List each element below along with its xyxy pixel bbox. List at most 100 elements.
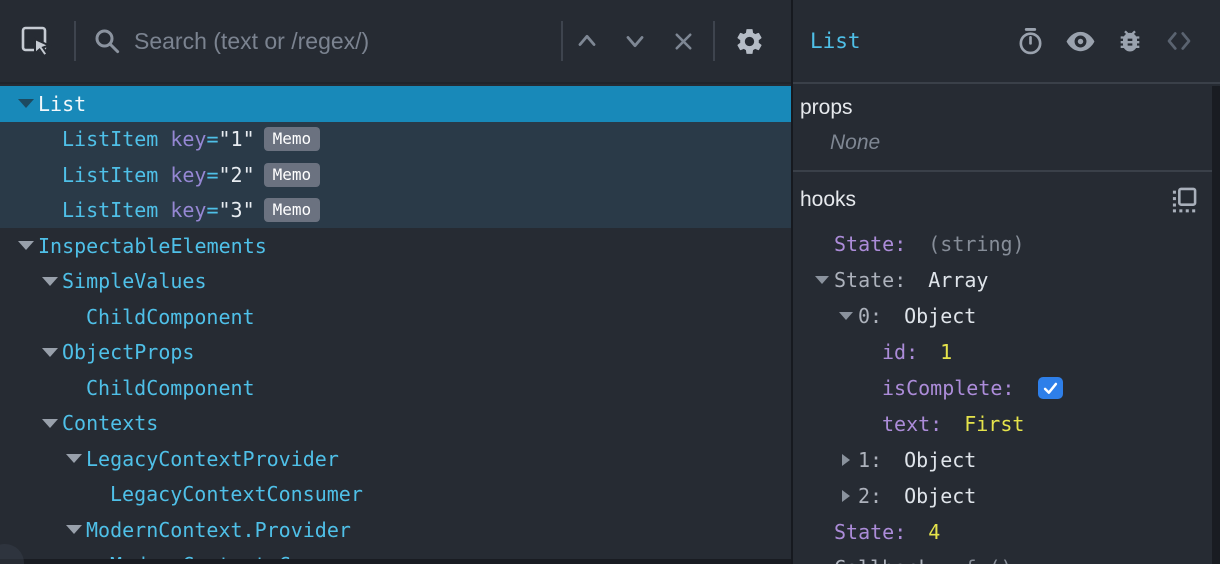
tree-row-simplevalues[interactable]: SimpleValues [0,264,791,300]
expand-arrow-right-icon[interactable] [842,490,850,502]
tree-row-legacycontextconsumer[interactable]: LegacyContextConsumer [0,477,791,513]
bug-icon [1120,30,1140,52]
expand-arrow-down-icon[interactable] [42,418,58,428]
horizontal-scrollbar[interactable] [0,559,791,564]
component-name: ChildComponent [86,304,255,329]
hooks-tree: State: (string) State: Array 0: Object id: 1 isC… [793,226,1220,564]
component-name: InspectableElements [38,233,267,258]
expand-arrow-down-icon[interactable] [839,312,853,320]
tree-row-listitem[interactable]: ListItem key="2" Memo [0,157,791,193]
component-tree: List ListItem key="1" Memo ListItem key="2" Me… [0,86,791,564]
inspect-element-button[interactable] [14,19,58,63]
component-name: SimpleValues [62,269,207,294]
tree-toolbar [0,0,791,84]
hook-row-state[interactable]: State: 4 [793,514,1220,550]
hook-row-text[interactable]: text: First [793,406,1220,442]
component-name: ListItem [62,198,159,223]
component-name: ListItem [62,162,159,187]
hook-name: isComplete: [882,376,1015,400]
component-name: Contexts [62,411,159,436]
previous-result-button[interactable] [563,19,611,63]
hook-name: State: [834,520,907,544]
hook-name: State: [834,268,907,292]
hook-name: id: [882,340,919,364]
search-input[interactable] [132,26,547,56]
log-to-console-button[interactable] [1116,27,1144,55]
parse-hook-names-icon [1172,187,1197,213]
hook-row-callback[interactable]: Callback: f () [793,550,1220,564]
component-name: ObjectProps [62,340,195,365]
tree-row-contexts[interactable]: Contexts [0,406,791,442]
component-name: LegacyContextProvider [86,446,339,471]
tree-row-childcomponent[interactable]: ChildComponent [0,370,791,406]
suspense-toggle-button[interactable] [1016,27,1045,56]
boolean-checkbox[interactable] [1038,377,1064,399]
selected-element-header: List [793,0,1220,84]
tree-row-inspectableelements[interactable]: InspectableElements [0,228,791,264]
hook-value[interactable]: First [964,412,1024,436]
tree-row-listitem[interactable]: ListItem key="1" Memo [0,121,791,157]
inspect-element-icon [21,26,52,57]
tree-row-childcomponent[interactable]: ChildComponent [0,299,791,335]
chevron-down-icon [626,36,644,48]
toolbar-divider [74,21,76,61]
key-attribute: key="2" [170,163,254,187]
search-icon [92,26,122,56]
next-result-button[interactable] [611,19,659,63]
key-attribute-name: key [170,198,207,223]
key-attribute-name: key [170,162,207,187]
selected-element-pane: List props None hooks State: (string) St… [793,0,1220,564]
hook-row-id[interactable]: id: 1 [793,334,1220,370]
expand-arrow-down-icon[interactable] [66,525,82,535]
hook-row-1[interactable]: 1: Object [793,442,1220,478]
settings-button[interactable] [725,19,773,63]
stopwatch-icon [1019,27,1042,54]
props-section-label: props [800,96,853,119]
component-name: ChildComponent [86,375,255,400]
hook-name: text: [882,412,943,436]
hook-value: Object [904,448,977,472]
hook-name: State: [834,232,907,256]
tree-row-list[interactable]: List [0,86,791,122]
hook-row-iscomplete[interactable]: isComplete: [793,370,1220,406]
hook-row-state[interactable]: State: (string) [793,226,1220,262]
hook-value: Array [928,268,989,292]
key-attribute: key="3" [170,198,254,222]
components-tree-pane: ListListItemkey="1"MemoListItemkey="2"Me… [0,0,791,564]
hook-row-state[interactable]: State: Array [793,262,1220,298]
hook-row-0[interactable]: 0: Object [793,298,1220,334]
code-brackets-icon [1167,32,1191,50]
detail-header-icons [1016,26,1194,57]
inspect-dom-button[interactable] [1065,26,1096,57]
hook-row-2[interactable]: 2: Object [793,478,1220,514]
view-source-button[interactable] [1164,26,1194,56]
tree-row-listitem[interactable]: ListItem key="3" Memo [0,192,791,228]
tree-row-moderncontext-provider[interactable]: ModernContext.Provider [0,512,791,548]
clear-search-button[interactable] [659,19,707,63]
equals-sign: = [206,127,219,152]
parse-hook-names-button[interactable] [1170,186,1198,214]
key-attribute-value: "1" [218,127,255,152]
memo-badge: Memo [263,127,321,152]
key-attribute-value: "2" [218,162,255,187]
expand-arrow-down-icon[interactable] [42,276,58,286]
toolbar-divider [713,21,715,61]
hook-value[interactable]: 4 [928,520,940,544]
eye-icon [1066,31,1095,51]
tree-row-objectprops[interactable]: ObjectProps [0,335,791,371]
chevron-up-icon [578,34,596,46]
expand-arrow-right-icon[interactable] [842,454,850,466]
close-icon [674,32,692,50]
hooks-section: hooks State:(string)State:Array0:Ob [793,172,1220,564]
tree-row-legacycontextprovider[interactable]: LegacyContextProvider [0,441,791,477]
key-attribute-name: key [170,127,207,152]
expand-arrow-down-icon[interactable] [42,347,58,357]
props-section: props None [793,84,1220,172]
vertical-scrollbar[interactable] [1212,86,1220,564]
hook-value[interactable]: 1 [940,340,952,364]
expand-arrow-down-icon[interactable] [18,99,34,109]
expand-arrow-down-icon[interactable] [815,276,829,284]
hook-name: 0: [858,304,883,328]
expand-arrow-down-icon[interactable] [66,454,82,464]
expand-arrow-down-icon[interactable] [18,241,34,251]
